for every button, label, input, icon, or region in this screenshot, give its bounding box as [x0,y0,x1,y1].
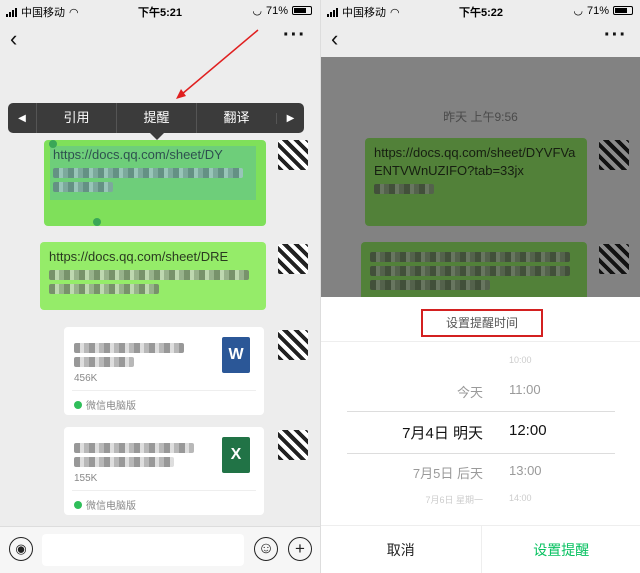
file-name-redacted [74,339,214,367]
picker-time: 11:00 [509,382,541,397]
more-icon[interactable]: ··· [283,24,306,47]
message-text: https://docs.qq.com/sheet/DRE [49,249,229,264]
picker-time: 12:00 [509,422,547,439]
divider [72,490,256,491]
status-right: ◡ 71% [252,4,312,17]
back-icon[interactable]: ‹ [10,26,17,52]
picker-selection-line [347,453,615,454]
picker-date: 今天 [456,385,483,400]
nav-bar: ‹ ··· [0,22,320,58]
modal-backdrop[interactable] [321,57,640,297]
file-message[interactable]: W 456K 微信电脑版 [64,327,264,415]
picker-time: 10:00 [509,355,532,365]
chat-screen-left: 中国移动 ◠ 下午5:21 ◡ 71% ‹ ··· https://docs.q… [0,0,320,573]
sheet-title: 设置提醒时间 [421,309,543,337]
picker-selection-line [347,411,615,412]
battery-icon [292,6,312,15]
cancel-button[interactable]: 取消 [321,526,482,573]
more-icon[interactable]: ··· [604,24,627,47]
status-bar: 中国移动 ◠ 下午5:22 ◡ 71% [321,0,640,22]
context-menu: ◀ 引用 提醒 翻译 ▶ [8,103,304,140]
battery-icon [613,6,633,15]
reminder-time-sheet: 设置提醒时间 10:00 今天 11:00 7月4日 明天 12:00 7月5日… [321,297,640,573]
headphone-icon: ◡ [573,5,583,17]
selection-handle-start[interactable] [49,140,57,148]
divider [321,341,640,342]
redacted-text [49,284,159,294]
picker-time: 14:00 [509,493,532,503]
menu-prev-icon[interactable]: ◀ [8,113,36,124]
avatar[interactable] [278,244,308,274]
avatar[interactable] [278,140,308,170]
selection-handle-end[interactable] [93,218,101,226]
picker-row-selected[interactable]: 7月4日 明天 12:00 [321,422,640,444]
picker-date: 7月5日 后天 [412,466,483,481]
nav-bar: ‹ ··· [321,22,640,58]
avatar[interactable] [278,330,308,360]
picker-row[interactable]: 7月5日 后天 13:00 [321,463,640,485]
file-source: 微信电脑版 [74,397,136,412]
back-icon[interactable]: ‹ [331,26,338,52]
menu-pointer [150,133,164,140]
menu-item-translate[interactable]: 翻译 [196,103,276,133]
file-source-label: 微信电脑版 [86,501,136,512]
picker-row[interactable]: 10:00 [321,355,640,377]
emoji-icon[interactable]: ☺ [254,537,278,561]
chat-screen-right: 中国移动 ◠ 下午5:22 ◡ 71% ‹ ··· 昨天 上午9:56 http… [320,0,640,573]
picker-row[interactable]: 今天 11:00 [321,382,640,404]
voice-icon[interactable]: ◉ [9,537,33,561]
wechat-icon [74,400,82,409]
message-bubble[interactable]: https://docs.qq.com/sheet/DRE [40,242,266,310]
file-message[interactable]: X 155K 微信电脑版 [64,427,264,515]
file-source: 微信电脑版 [74,497,136,512]
text-selection [50,146,256,200]
word-file-icon: W [222,337,250,373]
wechat-icon [74,500,82,509]
picker-date: 7月6日 星期一 [425,495,483,505]
file-size: 456K [74,373,98,384]
excel-file-icon: X [222,437,250,473]
message-input[interactable] [42,534,244,566]
redacted-text [49,270,249,280]
file-source-label: 微信电脑版 [86,401,136,412]
status-right: ◡ 71% [573,4,633,17]
file-size: 155K [74,473,98,484]
set-reminder-button[interactable]: 设置提醒 [481,526,640,573]
menu-next-icon[interactable]: ▶ [276,112,304,124]
menu-item-quote[interactable]: 引用 [36,103,116,133]
menu-item-remind[interactable]: 提醒 [116,103,196,133]
battery-percent: 71% [265,4,288,17]
sheet-actions: 取消 设置提醒 [321,525,640,573]
battery-percent: 71% [586,4,609,17]
picker-time: 13:00 [509,463,542,478]
plus-icon[interactable]: + [288,537,312,561]
divider [72,390,256,391]
status-bar: 中国移动 ◠ 下午5:21 ◡ 71% [0,0,320,22]
input-bar: ◉ ☺ + [0,526,320,573]
avatar[interactable] [278,430,308,460]
headphone-icon: ◡ [252,5,262,17]
picker-date: 7月4日 明天 [402,425,483,442]
picker-row[interactable]: 7月6日 星期一 14:00 [321,493,640,515]
file-name-redacted [74,439,214,467]
